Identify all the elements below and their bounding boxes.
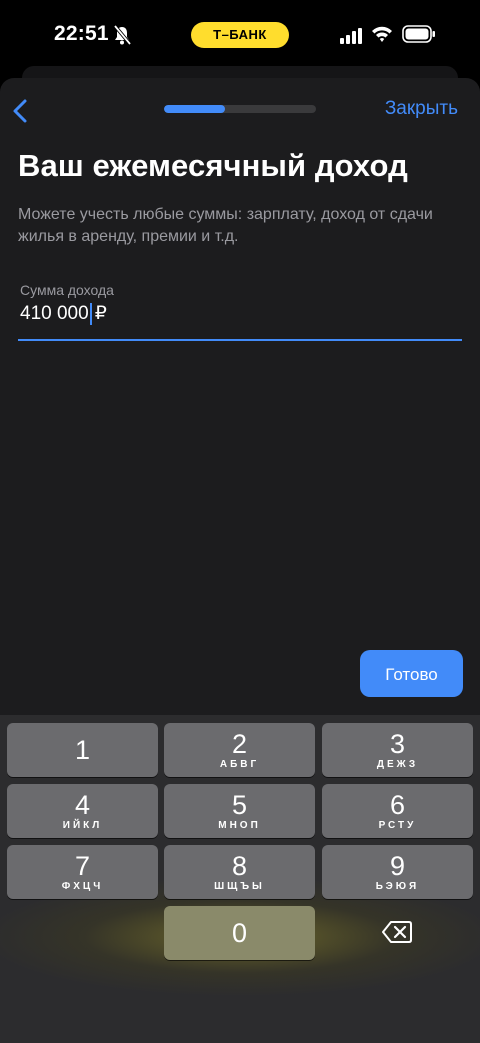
key-letters: ДЕЖЗ [376, 759, 419, 770]
key-digit: 8 [231, 851, 248, 881]
close-button[interactable]: Закрыть [385, 98, 458, 120]
key-digit: 4 [74, 790, 91, 820]
done-button[interactable]: Готово [360, 650, 463, 697]
key-7[interactable]: 7 ФХЦЧ [7, 845, 158, 899]
key-digit: 7 [74, 851, 91, 881]
income-value: 410 000 [20, 302, 89, 324]
key-letters: РСТУ [378, 820, 417, 831]
key-8[interactable]: 8 ШЩЪЫ [164, 845, 315, 899]
income-field-label: Сумма дохода [20, 282, 114, 298]
backspace-icon[interactable] [382, 920, 412, 944]
status-time: 22:51 [54, 22, 109, 45]
key-2[interactable]: 2 АБВГ [164, 723, 315, 777]
page-title: Ваш ежемесячный доход [18, 148, 408, 183]
key-4[interactable]: 4 ИЙКЛ [7, 784, 158, 838]
key-letters: ФХЦЧ [61, 881, 104, 892]
key-5[interactable]: 5 МНОП [164, 784, 315, 838]
key-letters: МНОП [218, 820, 261, 831]
key-digit: 3 [389, 729, 406, 759]
key-9[interactable]: 9 ЬЭЮЯ [322, 845, 473, 899]
text-caret [89, 302, 92, 325]
bell-muted-icon [113, 24, 132, 46]
screen: 22:51 Т–БАНК Закрыть Ваш ежемесячный дох… [0, 0, 480, 1043]
income-field[interactable]: Сумма дохода 410 000 ₽ [18, 280, 462, 341]
key-digit: 9 [389, 851, 406, 881]
key-digit: 2 [231, 729, 248, 759]
battery-icon [402, 25, 435, 43]
status-bar: 22:51 Т–БАНК [0, 0, 480, 70]
step-progress [164, 105, 316, 113]
income-input[interactable]: 410 000 ₽ [20, 302, 107, 325]
key-letters: АБВГ [219, 759, 260, 770]
bank-badge: Т–БАНК [191, 22, 289, 48]
key-letters: ЬЭЮЯ [375, 881, 420, 892]
numeric-keyboard: 1 2 АБВГ 3 ДЕЖЗ 4 ИЙКЛ 5 МНОП 6 РСТУ 7 Ф… [0, 715, 480, 1043]
key-digit: 5 [231, 790, 248, 820]
page-subtitle: Можете учесть любые суммы: зарплату, дох… [18, 206, 433, 245]
chevron-left-icon[interactable] [8, 96, 36, 126]
key-letters: ШЩЪЫ [214, 881, 265, 892]
wifi-icon [372, 26, 392, 42]
key-letters: ИЙКЛ [62, 820, 103, 831]
key-digit: 6 [389, 790, 406, 820]
currency-symbol: ₽ [94, 303, 107, 324]
income-field-underline [18, 339, 462, 341]
key-1[interactable]: 1 [7, 723, 158, 777]
signal-icon [340, 28, 362, 44]
key-0[interactable]: 0 [164, 906, 315, 960]
key-3[interactable]: 3 ДЕЖЗ [322, 723, 473, 777]
key-6[interactable]: 6 РСТУ [322, 784, 473, 838]
key-digit: 0 [231, 918, 248, 948]
step-progress-fill [164, 105, 225, 113]
key-digit: 1 [74, 735, 91, 765]
